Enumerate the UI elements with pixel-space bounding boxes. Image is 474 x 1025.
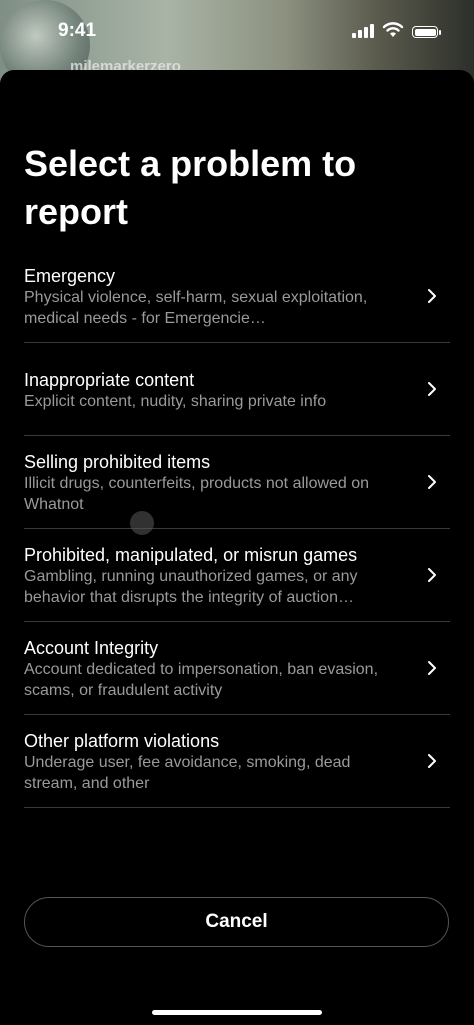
home-indicator[interactable]: [152, 1010, 322, 1015]
option-description: Underage user, fee avoidance, smoking, d…: [24, 754, 351, 792]
touch-indicator: [130, 511, 154, 535]
report-option-emergency[interactable]: Emergency Physical violence, self-harm, …: [24, 250, 450, 343]
option-description: Account dedicated to impersonation, ban …: [24, 661, 379, 699]
chevron-right-icon: [424, 381, 440, 397]
option-title: Emergency: [24, 266, 116, 286]
chevron-right-icon: [424, 474, 440, 490]
option-description: Explicit content, nudity, sharing privat…: [24, 393, 327, 410]
report-option-account-integrity[interactable]: Account Integrity Account dedicated to i…: [24, 622, 450, 715]
report-option-prohibited-games[interactable]: Prohibited, manipulated, or misrun games…: [24, 529, 450, 622]
chevron-right-icon: [424, 753, 440, 769]
option-title: Prohibited, manipulated, or misrun games: [24, 545, 358, 565]
status-time: 9:41: [58, 20, 97, 41]
page-title: Select a problem to report: [24, 143, 357, 232]
option-title: Other platform violations: [24, 731, 220, 751]
chevron-right-icon: [424, 288, 440, 304]
cellular-signal-icon: [352, 24, 374, 38]
wifi-icon: [382, 22, 404, 37]
option-description: Illicit drugs, counterfeits, products no…: [24, 475, 370, 513]
cancel-button[interactable]: Cancel: [24, 897, 449, 947]
option-title: Inappropriate content: [24, 370, 195, 390]
option-title: Account Integrity: [24, 638, 159, 658]
option-description: Gambling, running unauthorized games, or…: [24, 568, 358, 606]
chevron-right-icon: [424, 660, 440, 676]
battery-icon: [412, 26, 441, 38]
option-title: Selling prohibited items: [24, 452, 211, 472]
report-options-list: Emergency Physical violence, self-harm, …: [24, 250, 450, 808]
status-bar: 9:41: [0, 0, 474, 64]
status-icons: [352, 22, 441, 38]
chevron-right-icon: [424, 567, 440, 583]
report-option-inappropriate-content[interactable]: Inappropriate content Explicit content, …: [24, 343, 450, 436]
report-option-selling-prohibited-items[interactable]: Selling prohibited items Illicit drugs, …: [24, 436, 450, 529]
report-option-other-violations[interactable]: Other platform violations Underage user,…: [24, 715, 450, 808]
option-description: Physical violence, self-harm, sexual exp…: [24, 289, 368, 327]
